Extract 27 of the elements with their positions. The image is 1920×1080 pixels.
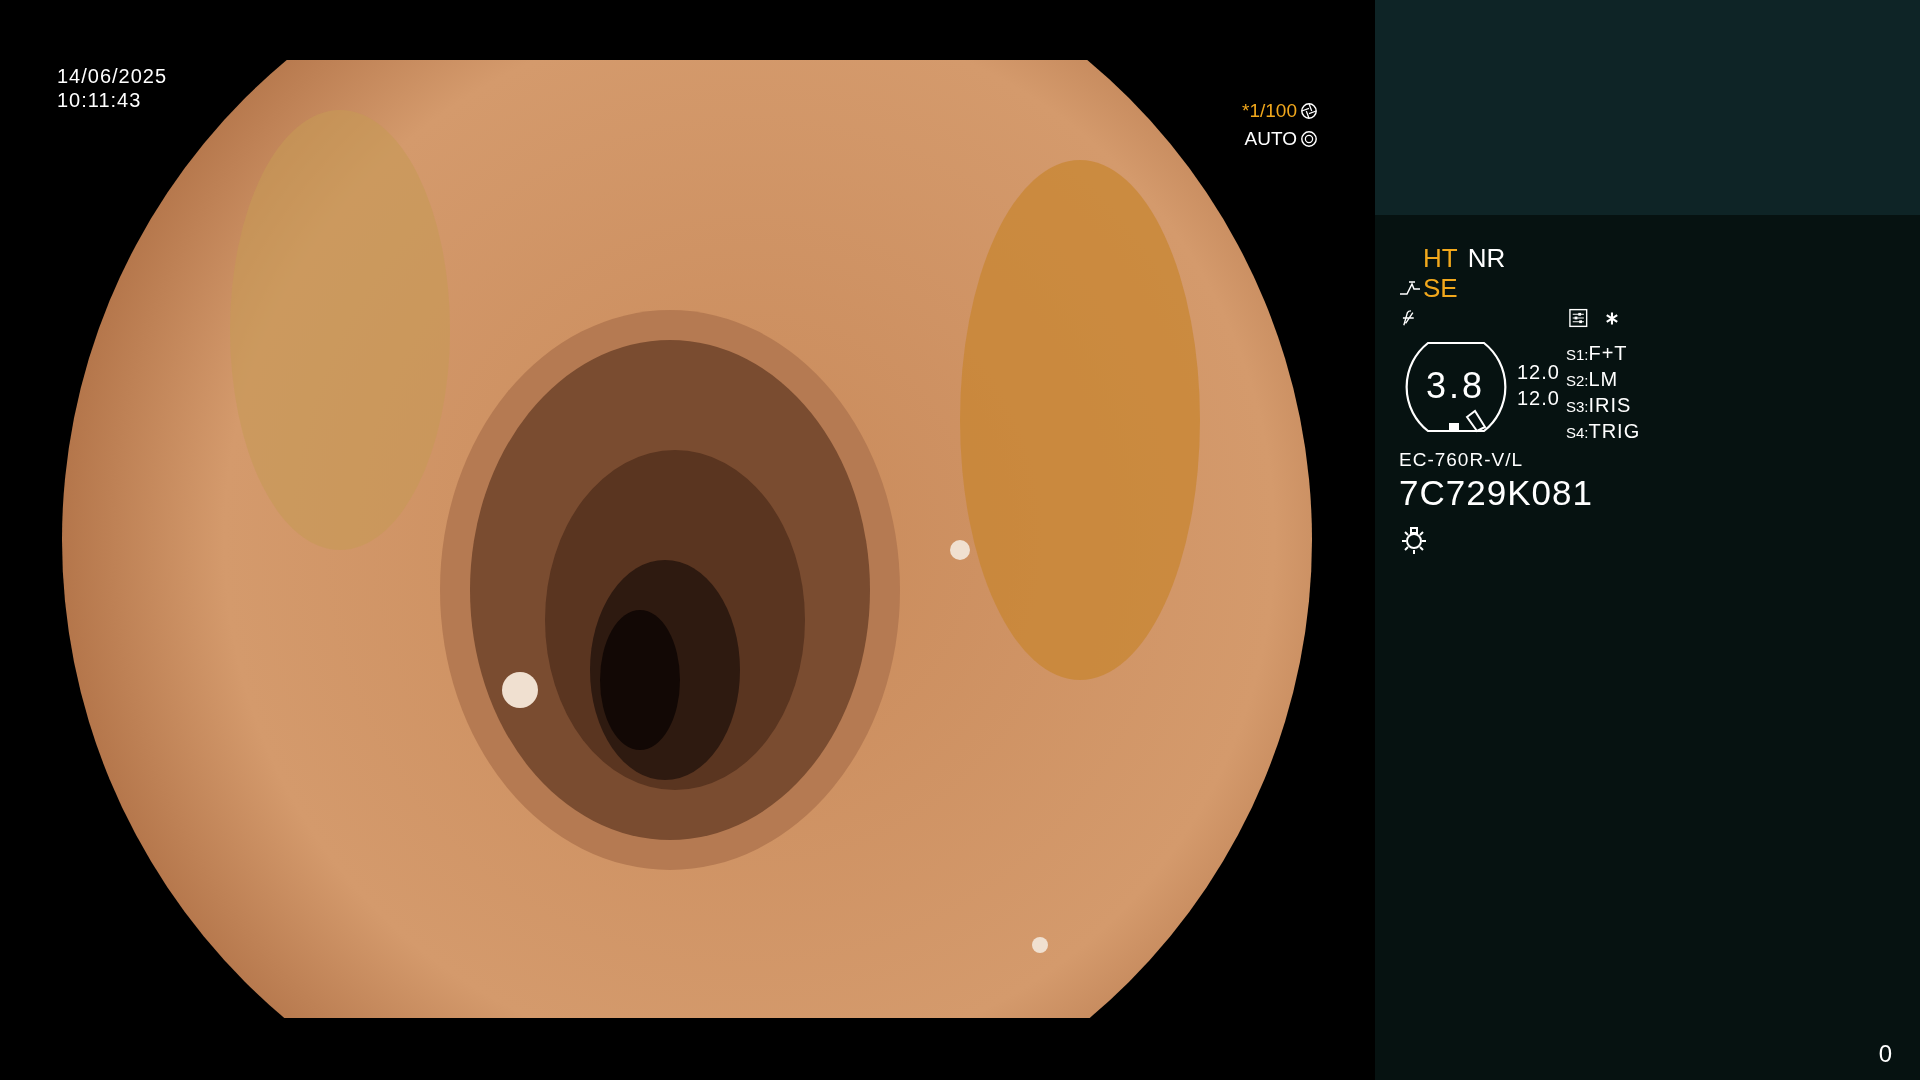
asterisk-icon	[1605, 310, 1619, 326]
model-text: EC-760R-V/L	[1399, 449, 1523, 471]
indicator-text: HT	[1423, 242, 1458, 274]
aperture-icon	[1300, 102, 1318, 120]
shutter-speed-text: *1/100	[1242, 100, 1297, 122]
switch-key: S1:	[1565, 346, 1589, 363]
switch-value: IRIS	[1588, 394, 1632, 416]
serial-text: 7C729K081	[1399, 473, 1593, 513]
switch-key: S4:	[1565, 424, 1589, 441]
structure-text: SE	[1423, 272, 1458, 304]
lamp-icon	[1399, 525, 1429, 555]
switch-key: S3:	[1565, 398, 1589, 415]
date-text: 14/06/2025	[57, 64, 168, 88]
switch-value: TRIG	[1588, 420, 1641, 442]
shutter-mode-text: AUTO	[1244, 128, 1297, 150]
indicator-text: NR	[1467, 242, 1506, 274]
time-text: 10:11:43	[57, 88, 143, 112]
curve-icon	[1399, 279, 1421, 297]
aperture-icon	[1300, 130, 1318, 148]
counter-text: 0	[1878, 1040, 1892, 1068]
switch-value: F+T	[1588, 342, 1628, 364]
reading-text: 12.0	[1517, 360, 1560, 385]
reading-text: 12.0	[1517, 386, 1560, 411]
scope-value: 3.8	[1426, 365, 1486, 407]
switch-key: S2:	[1565, 372, 1589, 389]
settings-icon	[1569, 308, 1589, 328]
switch-value: LM	[1588, 368, 1619, 390]
